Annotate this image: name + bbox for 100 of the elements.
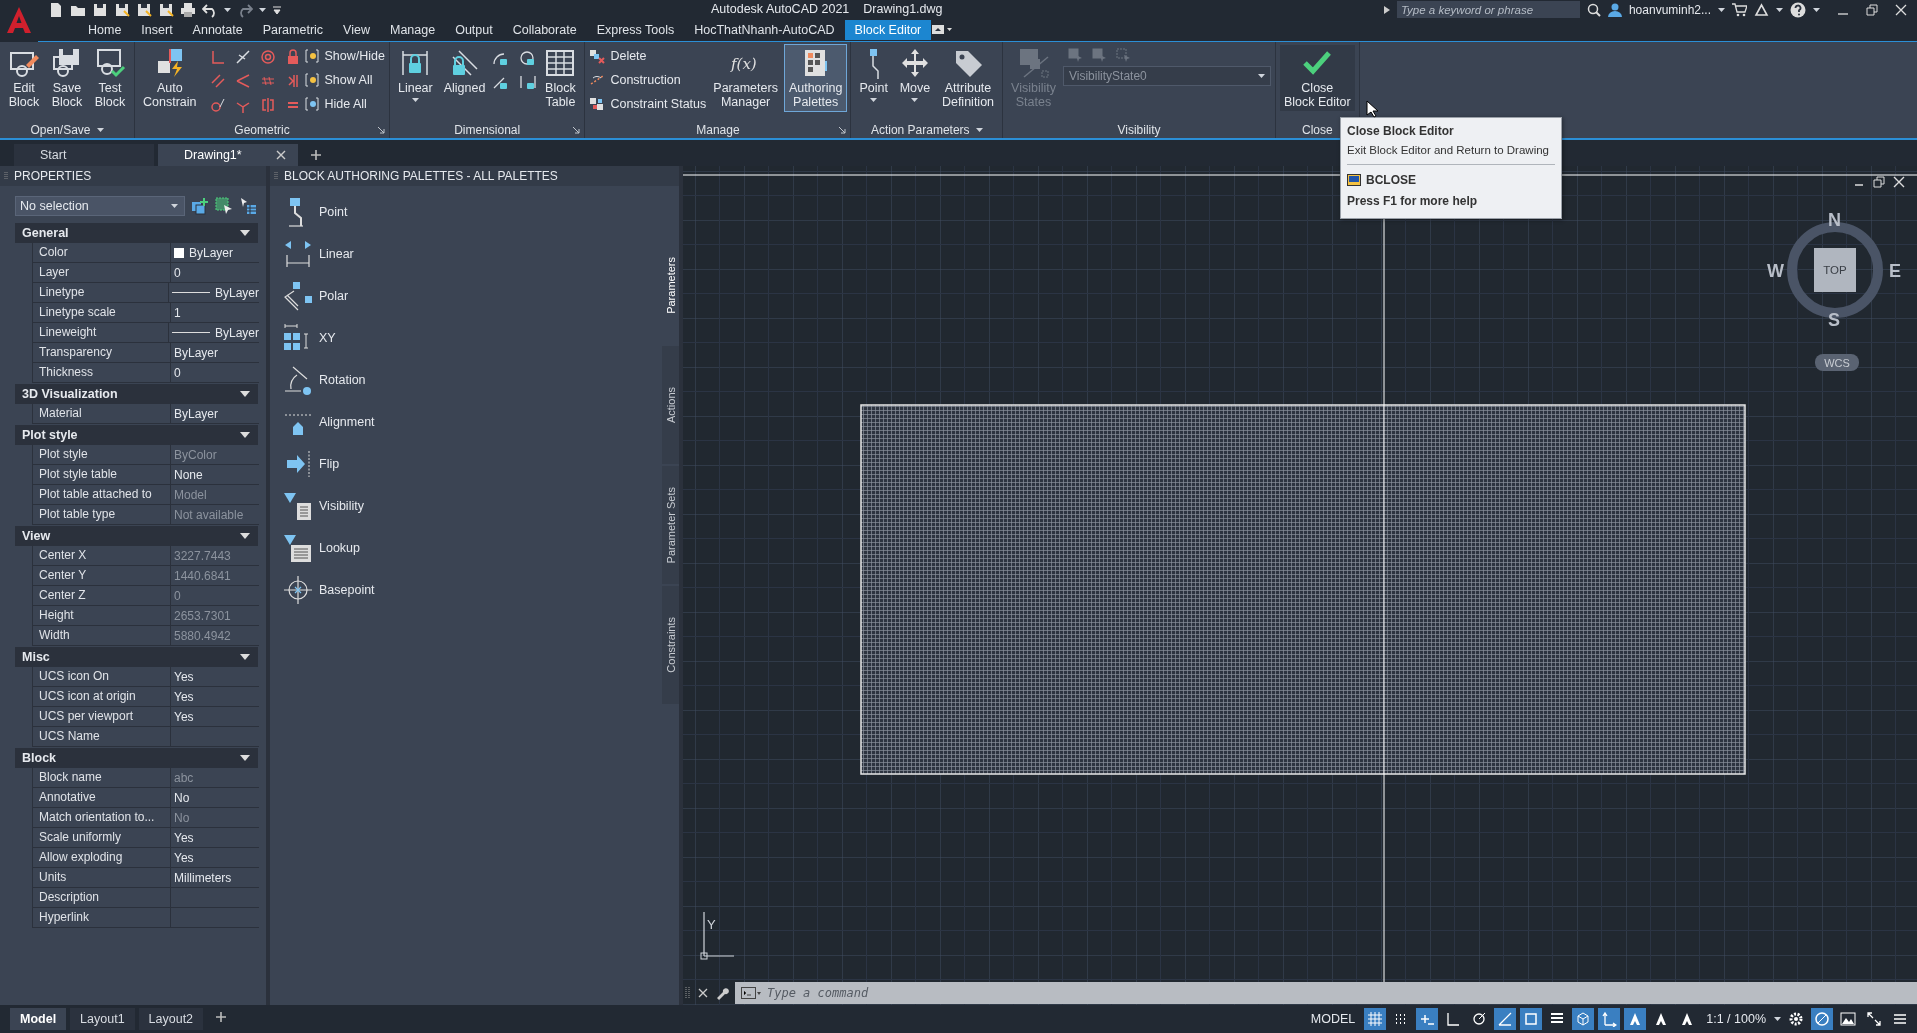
layout-tab[interactable]: Layout1 xyxy=(70,1008,135,1030)
new-file-icon[interactable] xyxy=(48,1,64,18)
user-name[interactable]: hoanvuminh2... xyxy=(1628,2,1711,17)
command-input[interactable]: Type a command xyxy=(761,982,1917,1004)
search-field[interactable]: Type a keyword or phrase xyxy=(1396,1,1580,19)
palette-tool[interactable]: XY xyxy=(283,323,336,353)
palette-tool[interactable]: Linear xyxy=(283,239,354,269)
palette-tool[interactable]: Basepoint xyxy=(283,575,375,605)
panel-title[interactable]: Open/Save xyxy=(30,122,91,137)
ribbon-tab[interactable]: Insert xyxy=(131,20,183,41)
model-space-button[interactable]: MODEL xyxy=(1305,1009,1361,1029)
property-value[interactable]: ByLayer xyxy=(171,343,259,362)
property-value[interactable]: Yes xyxy=(171,667,259,686)
panel-title[interactable]: Action Parameters xyxy=(870,122,970,137)
ribbon-tab[interactable]: Block Editor xyxy=(844,20,932,41)
undo-icon[interactable] xyxy=(202,1,218,18)
parallel-icon[interactable] xyxy=(209,73,226,89)
section-header[interactable]: 3D Visualization xyxy=(15,384,258,404)
new-layout-icon[interactable] xyxy=(215,1010,228,1023)
grip-icon[interactable] xyxy=(274,171,278,181)
ribbon-small-button[interactable]: Show All xyxy=(303,70,385,90)
annotation-scale-button[interactable]: 1:1 / 100% xyxy=(1702,1009,1770,1029)
status-toggle[interactable] xyxy=(1572,1008,1595,1030)
command-history-icon[interactable] xyxy=(735,982,761,1004)
dialog-launcher-icon[interactable] xyxy=(377,127,385,134)
palette-tab[interactable]: Constraints xyxy=(662,586,679,704)
palette-tool[interactable]: Lookup xyxy=(283,533,360,563)
restore-icon[interactable] xyxy=(1873,176,1885,188)
palette-tool[interactable]: Flip xyxy=(283,449,340,479)
ribbon-tab[interactable]: Collaborate xyxy=(502,20,587,41)
ribbon-button[interactable]: Move xyxy=(894,45,935,104)
expand-icon[interactable] xyxy=(1383,5,1390,14)
save-as-icon[interactable] xyxy=(114,1,130,18)
property-value[interactable]: Yes xyxy=(171,848,259,867)
ribbon-button[interactable]: Test Block xyxy=(90,45,130,111)
property-value[interactable]: ByLayer xyxy=(168,323,259,342)
property-value[interactable]: ByLayer xyxy=(168,283,259,302)
ribbon-tab[interactable]: Output xyxy=(445,20,503,41)
ribbon-tab[interactable]: View xyxy=(333,20,380,41)
save-icon[interactable] xyxy=(92,1,108,18)
restore-icon[interactable] xyxy=(1866,3,1878,16)
customize-menu-icon[interactable] xyxy=(272,4,282,15)
status-toggle[interactable] xyxy=(1811,1008,1833,1030)
palette-tool[interactable]: Polar xyxy=(283,281,349,311)
ribbon-small-button[interactable]: Constraint Status xyxy=(589,94,707,114)
palette-tool[interactable]: Visibility xyxy=(283,491,364,521)
panel-toggle-icon[interactable] xyxy=(931,24,954,37)
palette-tool[interactable]: Rotation xyxy=(283,365,366,395)
property-value[interactable]: ByLayer xyxy=(171,243,259,262)
dialog-launcher-icon[interactable] xyxy=(839,127,847,134)
ribbon-button[interactable]: Close Block Editor xyxy=(1279,45,1355,111)
property-value[interactable]: Yes xyxy=(171,707,259,726)
new-tab-icon[interactable] xyxy=(310,149,322,161)
property-value[interactable]: 0 xyxy=(171,363,259,382)
print-icon[interactable] xyxy=(180,1,196,18)
ribbon-tab[interactable]: Express Tools xyxy=(586,20,685,41)
ribbon-button[interactable]: Edit Block xyxy=(4,45,44,111)
selection-dropdown[interactable]: No selection xyxy=(15,196,185,216)
ribbon-button[interactable]: Aligned xyxy=(439,45,490,97)
grip-icon[interactable] xyxy=(685,986,691,1000)
quick-select-icon[interactable] xyxy=(239,197,257,215)
ribbon-button[interactable]: Save Block xyxy=(47,45,87,111)
ribbon-button[interactable]: Linear xyxy=(393,45,437,104)
ribbon-tab[interactable]: Home xyxy=(78,20,132,41)
property-value[interactable]: No xyxy=(171,788,259,807)
palette-tool[interactable]: Point xyxy=(283,197,348,227)
cart-icon[interactable] xyxy=(1732,2,1747,17)
section-header[interactable]: General xyxy=(15,223,258,243)
ribbon-button[interactable]: Attribute Definition xyxy=(937,45,999,111)
ribbon-button[interactable]: f(x) Parameters Manager xyxy=(709,45,782,111)
status-toggle[interactable] xyxy=(1364,1008,1387,1030)
palette-tool[interactable]: Alignment xyxy=(283,407,375,437)
palette-tab[interactable]: Actions xyxy=(662,346,679,464)
redo-icon[interactable] xyxy=(237,1,253,18)
status-toggle[interactable] xyxy=(1416,1008,1439,1030)
ribbon-button[interactable]: Authoring Palettes xyxy=(784,45,847,111)
ribbon-small-button[interactable]: Delete xyxy=(589,46,707,66)
user-icon[interactable] xyxy=(1607,2,1622,17)
section-header[interactable]: View xyxy=(15,526,258,546)
section-header[interactable]: Misc xyxy=(15,647,258,667)
convert-dimension-icon[interactable] xyxy=(519,74,538,90)
ribbon-tab[interactable]: Manage xyxy=(379,20,446,41)
layout-tab[interactable]: Layout2 xyxy=(138,1008,204,1030)
property-value[interactable]: Yes xyxy=(171,687,259,706)
ribbon-tab[interactable]: HocThatNhanh-AutoCAD xyxy=(684,20,845,41)
grip-icon[interactable] xyxy=(4,171,8,181)
status-toggle[interactable] xyxy=(1624,1008,1647,1030)
compass-east[interactable]: E xyxy=(1889,261,1901,282)
ribbon-button[interactable]: Block Table xyxy=(540,45,581,111)
ribbon-tab[interactable]: Annotate xyxy=(182,20,253,41)
ribbon-small-button[interactable]: Hide All xyxy=(303,94,385,114)
property-value[interactable]: Yes xyxy=(171,828,259,847)
status-toggle[interactable] xyxy=(1520,1008,1543,1030)
ribbon-tab[interactable]: Parametric xyxy=(252,20,334,41)
layout-tab[interactable]: Model xyxy=(10,1008,67,1030)
close-icon[interactable] xyxy=(1895,3,1907,16)
section-header[interactable]: Block xyxy=(15,748,258,768)
ucs-menu[interactable]: WCS xyxy=(1815,354,1859,371)
property-value[interactable]: 1 xyxy=(171,303,259,322)
palette-tab[interactable]: Parameter Sets xyxy=(662,466,679,584)
